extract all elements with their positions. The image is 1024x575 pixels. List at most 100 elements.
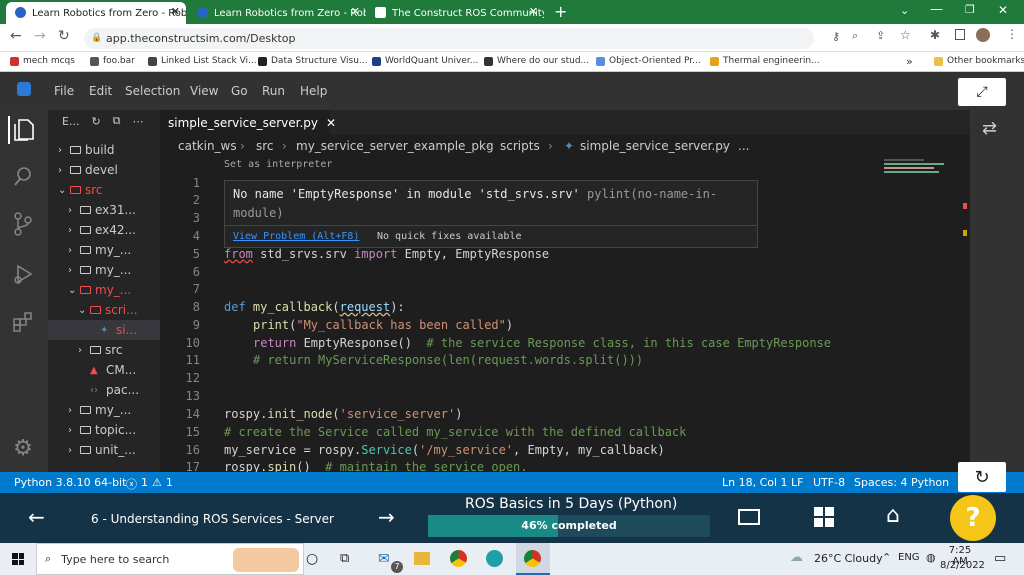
settings-gear-icon[interactable]: ⚙ [8, 434, 38, 462]
clock-date[interactable]: 8/2/2022 [940, 560, 985, 571]
home-icon[interactable]: ⌂ [886, 503, 900, 528]
grid-view-icon[interactable] [814, 507, 834, 527]
tree-item[interactable]: ⌄ my_... [48, 280, 160, 300]
tree-item[interactable]: › build [48, 140, 160, 160]
search-icon[interactable] [8, 162, 38, 190]
tree-item[interactable]: › ex31... [48, 200, 160, 220]
indentation[interactable]: Spaces: 4 [854, 476, 907, 489]
file-explorer-icon[interactable] [414, 552, 430, 565]
browser-tab[interactable]: Learn Robotics from Zero - Robo ✕ [6, 2, 186, 24]
browser-tab[interactable]: The Construct ROS Community ✕ [366, 2, 544, 24]
next-unit-arrow-icon[interactable]: → [378, 505, 395, 529]
tree-item[interactable]: ⌄ scri... [48, 300, 160, 320]
tree-item[interactable]: ✦ si... [48, 320, 160, 340]
fullscreen-button[interactable]: ⤢ [958, 78, 1006, 106]
language-indicator[interactable]: ENG [898, 552, 920, 563]
run-debug-icon[interactable] [8, 260, 38, 288]
breadcrumb-item[interactable]: simple_service_server.py [580, 139, 730, 153]
problems-indicator[interactable]: ⓧ 1 ⚠ 1 [126, 476, 173, 492]
code-text[interactable]: print("My_callback has been called") [224, 318, 513, 332]
codelens-set-interpreter[interactable]: Set as interpreter [224, 159, 332, 170]
tree-item[interactable]: › my_... [48, 400, 160, 420]
url-field[interactable]: 🔒 app.theconstructsim.com/Desktop [84, 28, 814, 49]
collapse-all-icon[interactable]: ⧉ [113, 114, 121, 128]
code-text[interactable]: # create the Service called my_service w… [224, 425, 686, 439]
more-actions-icon[interactable]: ⋯ [133, 115, 144, 128]
editor-tab-close-icon[interactable]: ✕ [326, 116, 336, 130]
tree-item[interactable]: ‹› pac... [48, 380, 160, 400]
bookmark-item[interactable]: Where do our stud... [484, 56, 589, 66]
split-view-icon[interactable]: ⇄ [982, 118, 997, 139]
bookmark-item[interactable]: foo.bar [90, 56, 135, 66]
code-text[interactable]: from std_srvs.srv import Empty, EmptyRes… [224, 247, 549, 261]
tab-search-icon[interactable]: ⌄ [900, 4, 909, 17]
window-close-icon[interactable]: ✕ [998, 3, 1008, 17]
explorer-icon[interactable] [8, 116, 38, 144]
bookmarks-overflow[interactable]: » [906, 55, 913, 68]
tree-item[interactable]: › devel [48, 160, 160, 180]
bookmark-item[interactable]: Thermal engineerin... [710, 56, 820, 66]
forward-icon[interactable]: → [34, 28, 46, 44]
chrome-icon[interactable] [450, 550, 467, 567]
back-icon[interactable]: ← [10, 28, 22, 44]
bookmark-item[interactable]: mech mcqs [10, 56, 75, 66]
previous-unit-arrow-icon[interactable]: ← [28, 505, 45, 529]
side-panel-icon[interactable] [955, 29, 965, 40]
code-text[interactable]: def my_callback(request): [224, 300, 405, 314]
source-control-icon[interactable] [8, 210, 38, 238]
minimap[interactable] [884, 156, 954, 186]
tree-item[interactable]: ▲ CM... [48, 360, 160, 380]
breadcrumb-item[interactable]: scripts [500, 139, 540, 153]
help-button[interactable]: ? [950, 495, 996, 541]
desktop-view-icon[interactable] [738, 509, 760, 525]
task-view-icon[interactable]: ⧉ [340, 551, 349, 566]
breadcrumb-item[interactable]: my_service_server_example_pkg [296, 139, 494, 153]
tree-item[interactable]: ⌄ src [48, 180, 160, 200]
refresh-icon[interactable]: ↻ [91, 115, 100, 128]
reload-icon[interactable]: ↻ [58, 28, 70, 44]
bookmark-item[interactable]: WorldQuant Univer... [372, 56, 478, 66]
tree-item[interactable]: › topic... [48, 420, 160, 440]
menu-edit[interactable]: Edit [89, 84, 112, 98]
edge-icon[interactable] [486, 550, 503, 567]
code-text[interactable]: my_service = rospy.Service('/my_service'… [224, 443, 665, 457]
taskbar-search-box[interactable]: ⌕ Type here to search [36, 543, 304, 575]
tree-item[interactable]: › my_... [48, 240, 160, 260]
key-icon[interactable]: ⚷ [832, 30, 840, 43]
code-text[interactable]: return EmptyResponse() # the service Res… [224, 336, 831, 350]
breadcrumb-item[interactable]: ... [738, 139, 749, 153]
bookmark-star-icon[interactable]: ☆ [900, 28, 911, 42]
tree-item[interactable]: › ex42... [48, 220, 160, 240]
tab-close-icon[interactable]: ✕ [529, 5, 538, 18]
share-icon[interactable]: ⇪ [876, 29, 885, 42]
tree-item[interactable]: › unit_... [48, 440, 160, 460]
menu-help[interactable]: Help [300, 84, 327, 98]
chrome-active-task[interactable] [516, 543, 550, 575]
extensions-icon[interactable]: ✱ [930, 28, 940, 42]
language-mode[interactable]: Python [911, 476, 949, 489]
tree-item[interactable]: › my_... [48, 260, 160, 280]
code-text[interactable]: rospy.spin() # maintain the service open… [224, 460, 527, 472]
python-interpreter[interactable]: Python 3.8.10 64-bit [14, 476, 126, 489]
browser-tab[interactable]: Learn Robotics from Zero - Robo ✕ [188, 2, 366, 24]
code-text[interactable]: # return MyServiceResponse(len(request.w… [224, 353, 643, 367]
zoom-icon[interactable]: ⌕ [852, 29, 858, 43]
breadcrumb-item[interactable]: src [256, 139, 274, 153]
weather-text[interactable]: 26°C Cloudy [814, 552, 883, 565]
tray-chevron-icon[interactable]: ⌃ [882, 551, 891, 564]
menu-selection[interactable]: Selection [125, 84, 180, 98]
end-of-line[interactable]: LF [791, 476, 803, 489]
restore-icon[interactable]: ❐ [965, 3, 975, 16]
view-problem-link[interactable]: View Problem (Alt+F8) [233, 231, 359, 242]
tab-close-icon[interactable]: ✕ [171, 5, 180, 18]
new-tab-button[interactable]: + [554, 2, 567, 21]
menu-view[interactable]: View [190, 84, 218, 98]
notification-icon[interactable]: ▭ [994, 551, 1006, 566]
encoding[interactable]: UTF-8 [813, 476, 845, 489]
tab-close-icon[interactable]: ✕ [351, 5, 360, 18]
breadcrumb-item[interactable]: catkin_ws [178, 139, 237, 153]
cortana-icon[interactable]: ○ [306, 551, 318, 567]
other-bookmarks[interactable]: Other bookmarks [934, 56, 1024, 66]
windows-start-icon[interactable] [12, 553, 24, 565]
profile-avatar[interactable] [976, 28, 990, 42]
